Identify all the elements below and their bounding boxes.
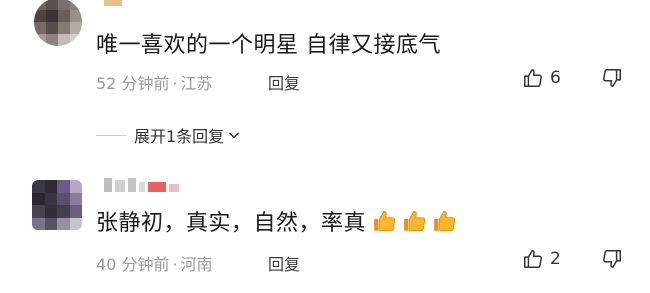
- comment-time: 52 分钟前: [96, 74, 170, 93]
- avatar[interactable]: [32, 180, 82, 230]
- meta-separator: ·: [172, 255, 178, 274]
- reply-button[interactable]: 回复: [268, 70, 300, 94]
- like-count: 2: [550, 249, 561, 269]
- meta-separator: ·: [172, 74, 178, 93]
- username-blur: [104, 0, 122, 6]
- comment-text-row: 张静初，真实，自然，率真: [96, 205, 458, 237]
- thumbs-up-emoji: [372, 208, 398, 234]
- like-count: 6: [550, 68, 561, 88]
- dislike-button[interactable]: [601, 248, 623, 270]
- expand-replies-label: 展开1条回复: [134, 127, 225, 146]
- chevron-down-icon: [227, 128, 241, 142]
- thumb-up-icon: [522, 67, 544, 89]
- like-button[interactable]: 6: [522, 67, 561, 89]
- comment-text: 张静初，真实，自然，率真: [96, 211, 367, 236]
- comment-item: 张静初，真实，自然，率真 40 分钟前 · 河南 回复 2: [0, 150, 650, 293]
- avatar[interactable]: [34, 0, 82, 46]
- expand-replies[interactable]: 展开1条回复: [96, 123, 241, 147]
- thumb-up-icon: [522, 248, 544, 270]
- expand-divider: [96, 134, 126, 136]
- comment-item: 唯一喜欢的一个明星 自律又接底气 52 分钟前 · 江苏 回复 6 展开1条回复: [0, 0, 650, 150]
- reply-button[interactable]: 回复: [268, 251, 300, 275]
- thumb-down-icon: [601, 67, 623, 89]
- comment-meta: 52 分钟前 · 江苏: [96, 70, 213, 94]
- comment-meta: 40 分钟前 · 河南: [96, 251, 213, 275]
- comment-text: 唯一喜欢的一个明星 自律又接底气: [96, 33, 441, 58]
- comment-location: 河南: [180, 255, 213, 274]
- comment-location: 江苏: [180, 74, 213, 93]
- dislike-button[interactable]: [601, 67, 623, 89]
- like-button[interactable]: 2: [522, 248, 561, 270]
- username-blur: [104, 178, 179, 192]
- thumbs-up-emoji: [432, 208, 458, 234]
- comment-time: 40 分钟前: [96, 255, 170, 274]
- thumb-down-icon: [601, 248, 623, 270]
- thumbs-up-emoji: [402, 208, 428, 234]
